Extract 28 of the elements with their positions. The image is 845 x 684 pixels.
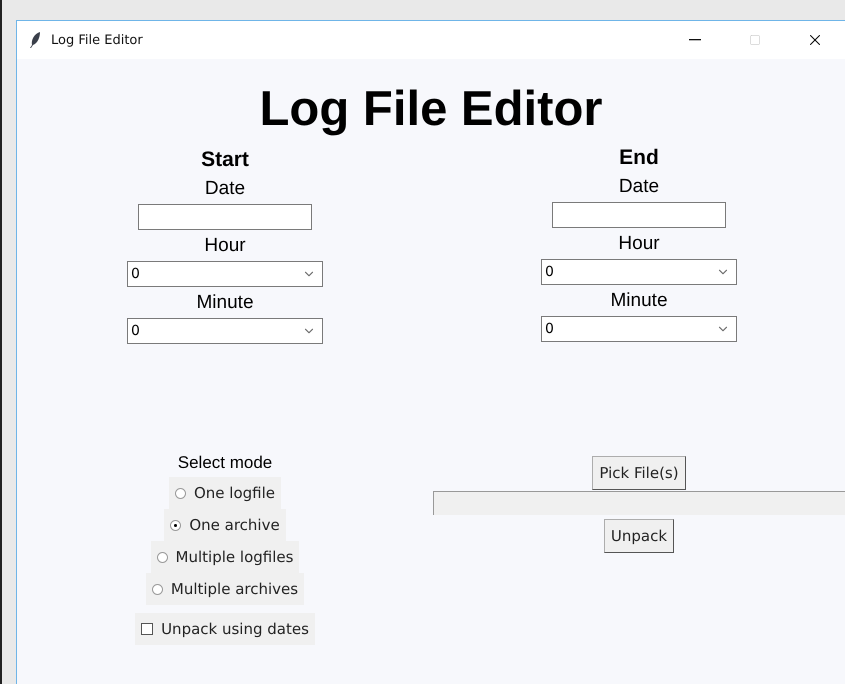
field-label: Minute [196,291,254,315]
minimize-icon [689,39,701,41]
field-label: Hour [204,234,246,258]
minute-dropdown[interactable]: 0 [127,318,323,344]
date-field[interactable] [552,202,726,228]
radio-option[interactable]: Multiple logfiles [150,541,300,573]
maximize-icon [749,34,761,46]
hour-dropdown[interactable]: 0 [127,261,323,287]
window-title: Log File Editor [51,32,144,48]
mode-label: Select mode [178,452,272,474]
field-label: Date [204,177,246,201]
unpack-button[interactable]: Unpack [604,519,674,553]
field-label: Minute [610,289,668,313]
field-label: Date [618,175,660,199]
radio-option[interactable]: Multiple archives [146,573,304,605]
hour-dropdown[interactable]: 0 [541,259,737,285]
minute-dropdown[interactable]: 0 [541,316,737,342]
section-title: End [619,145,659,171]
feather-icon [29,31,41,49]
section-title: Start [201,147,249,173]
field-label: Hour [618,232,660,256]
radio-option[interactable]: One archive [164,509,286,541]
app-heading: Log File Editor [258,81,604,137]
radio-option[interactable]: One logfile [168,477,282,509]
file-path-field[interactable] [433,491,845,515]
pick-files-button[interactable]: Pick File(s) [592,456,686,490]
checkbox-option[interactable]: Unpack using dates [135,613,315,645]
date-field[interactable] [138,204,312,230]
